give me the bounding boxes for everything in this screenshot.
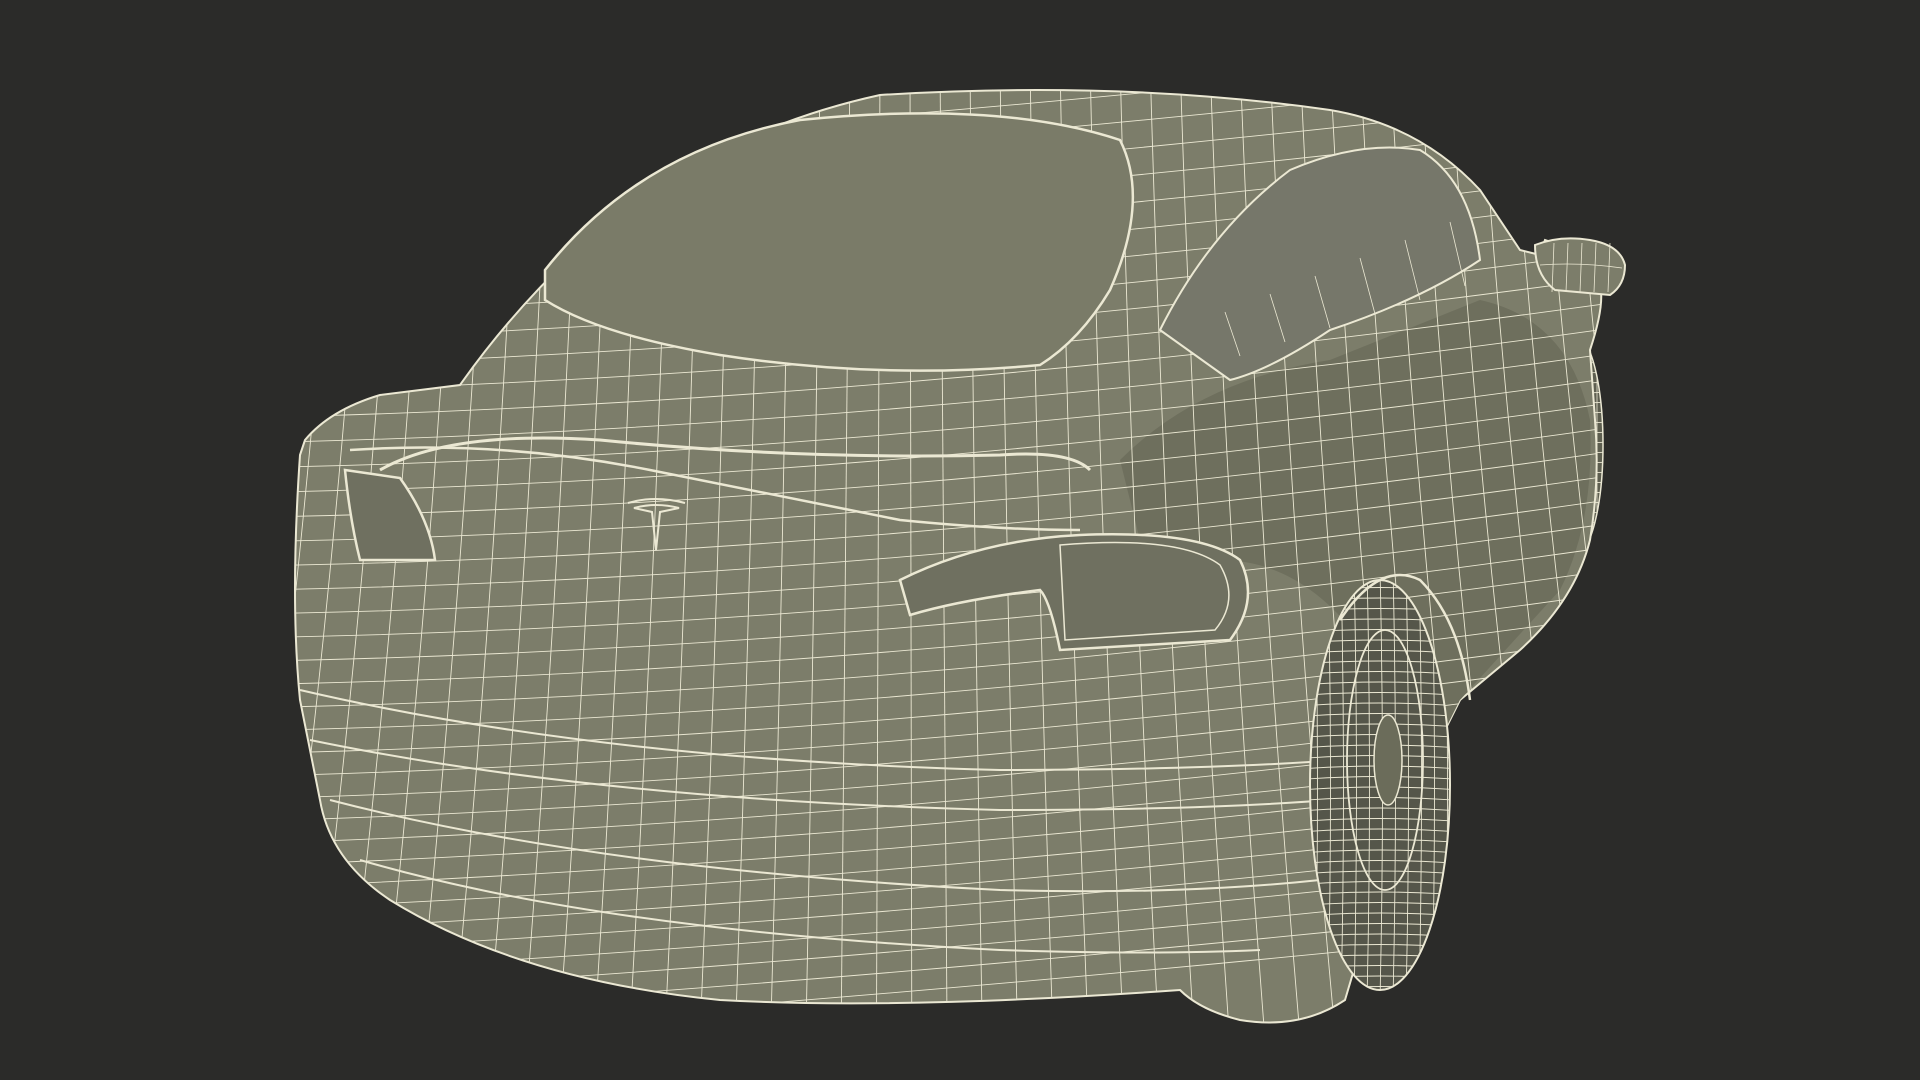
render-viewport <box>0 0 1920 1080</box>
car-wireframe-render <box>0 0 1920 1080</box>
